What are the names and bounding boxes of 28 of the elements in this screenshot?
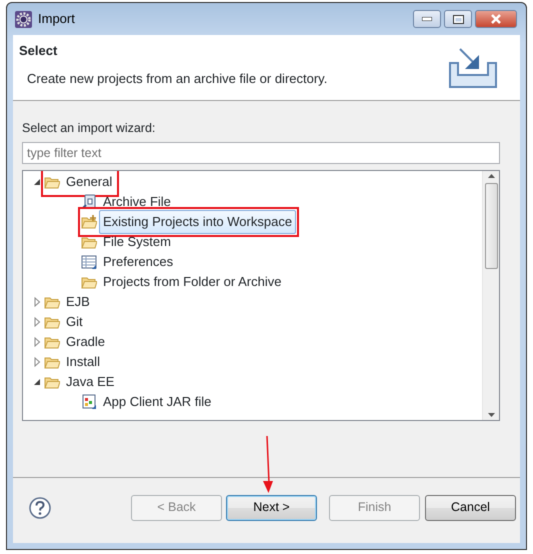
collapse-toggle[interactable] — [32, 176, 42, 187]
folder-plus-icon — [81, 214, 97, 230]
jar-file-icon — [81, 394, 97, 410]
tree-item[interactable]: Existing Projects into Workspace — [99, 210, 296, 234]
expand-toggle[interactable] — [32, 336, 42, 347]
help-icon[interactable] — [29, 496, 51, 518]
expand-toggle[interactable] — [32, 316, 42, 327]
collapse-toggle[interactable] — [32, 376, 42, 387]
wizard-label: Select an import wizard: — [21, 120, 156, 137]
close-icon — [490, 14, 502, 24]
filter-field[interactable]: type filter text — [22, 142, 500, 164]
maximize-button[interactable] — [444, 10, 472, 28]
minimize-icon — [422, 17, 432, 21]
minimize-button[interactable] — [413, 10, 441, 28]
page-description: Create new projects from an archive file or directory. — [27, 70, 328, 88]
dialog-button[interactable]: Cancel — [425, 494, 516, 520]
import-icon — [448, 47, 498, 89]
dialog-button[interactable]: Next > — [226, 494, 317, 520]
gear-icon — [15, 10, 32, 28]
window-title: Import — [38, 10, 75, 28]
page-title: Select — [19, 42, 58, 60]
archive-icon — [81, 194, 97, 210]
close-button[interactable] — [475, 10, 517, 28]
scrollbar[interactable] — [482, 170, 499, 420]
table-icon — [81, 254, 97, 270]
expand-toggle[interactable] — [32, 356, 42, 367]
maximize-icon — [452, 14, 464, 24]
expand-toggle[interactable] — [32, 296, 42, 307]
